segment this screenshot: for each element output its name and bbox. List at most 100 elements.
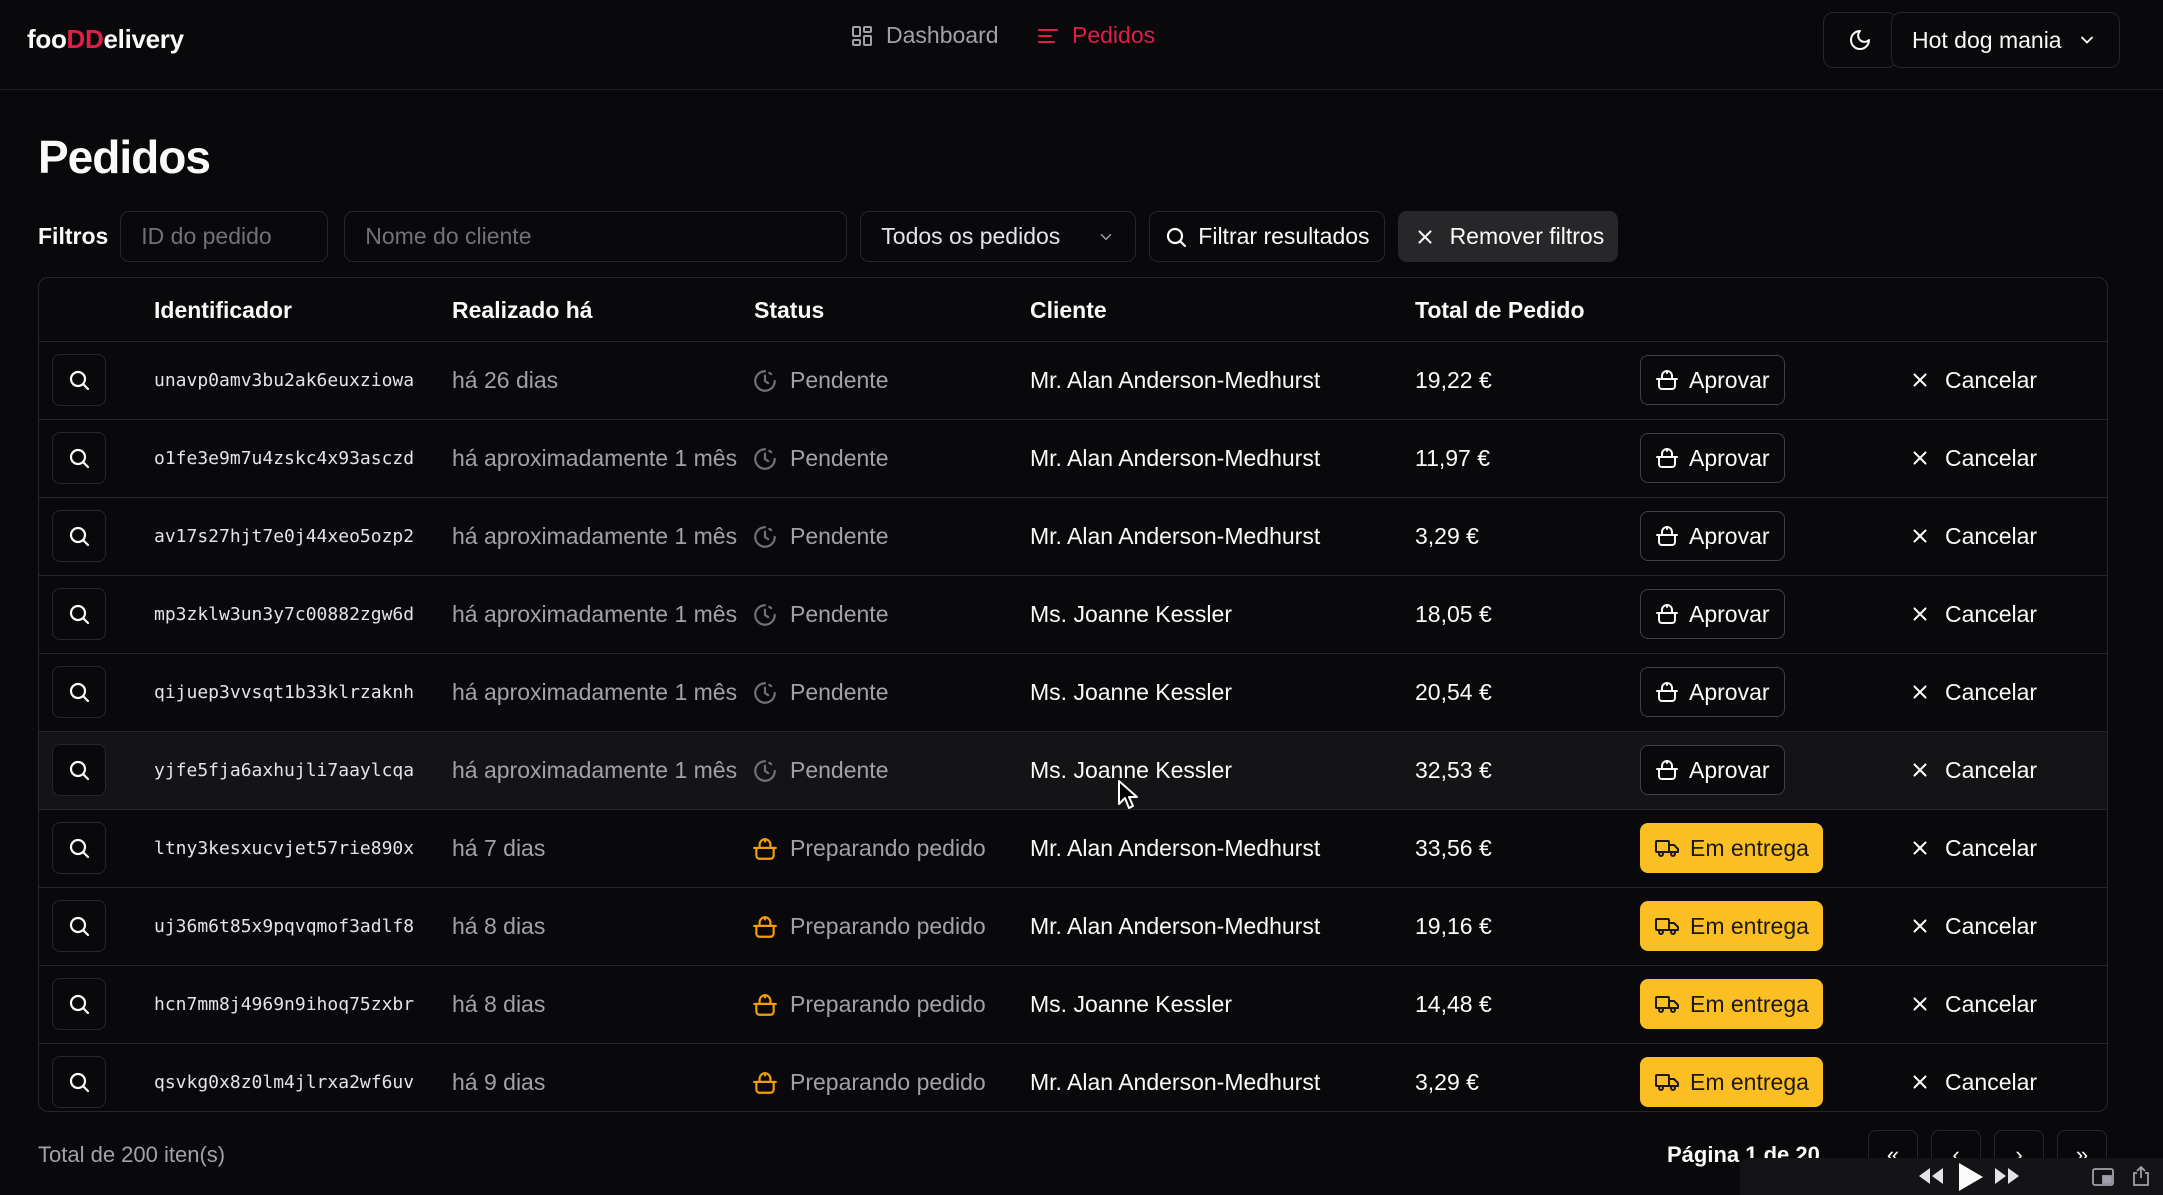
remove-filters-button[interactable]: Remover filtros — [1397, 211, 1619, 262]
cancel-order-button[interactable]: Cancelar — [1905, 589, 2041, 639]
cancel-order-button[interactable]: Cancelar — [1905, 667, 2041, 717]
approve-order-button[interactable]: Aprovar — [1640, 589, 1785, 639]
store-name: Hot dog mania — [1912, 26, 2062, 53]
filters-bar: Filtros Todos os pedidos Filtrar resulta… — [38, 211, 1619, 262]
top-navbar: fooDDelivery Dashboard Pedidos Hot dog m… — [0, 0, 2163, 90]
order-customer: Ms. Joanne Kessler — [1030, 679, 1232, 705]
order-status: Preparando pedido — [752, 1044, 986, 1111]
order-total: 14,48 € — [1415, 991, 1492, 1017]
fast-forward-icon[interactable] — [1994, 1167, 2020, 1185]
dispatch-order-button[interactable]: Em entrega — [1640, 1057, 1823, 1107]
order-status-label: Pendente — [790, 601, 889, 627]
approve-order-button[interactable]: Aprovar — [1640, 511, 1785, 561]
order-created: há 8 dias — [452, 913, 546, 939]
cooking-pot-icon — [753, 993, 777, 1016]
order-total: 18,05 € — [1415, 601, 1492, 627]
approve-order-button[interactable]: Aprovar — [1640, 433, 1785, 483]
theme-toggle-button[interactable] — [1823, 12, 1897, 68]
order-details-button[interactable] — [52, 1056, 106, 1108]
truck-icon — [1655, 918, 1679, 935]
order-total: 3,29 € — [1415, 523, 1479, 549]
cancel-order-label: Cancelar — [1945, 756, 2038, 783]
cancel-order-label: Cancelar — [1945, 834, 2038, 861]
order-total: 20,54 € — [1415, 679, 1492, 705]
pip-icon[interactable] — [2092, 1168, 2114, 1186]
order-id: o1fe3e9m7u4zskc4x93asczd — [154, 448, 415, 469]
clock-loader-icon — [754, 369, 776, 392]
dispatch-order-button[interactable]: Em entrega — [1640, 901, 1823, 951]
nav-pedidos-label: Pedidos — [1072, 22, 1156, 48]
dispatch-order-button[interactable]: Em entrega — [1640, 823, 1823, 873]
table-header: Identificador Realizado há Status Client… — [39, 278, 2107, 342]
cancel-order-button[interactable]: Cancelar — [1905, 823, 2041, 873]
customer-name-input[interactable] — [344, 211, 848, 262]
order-id-input[interactable] — [120, 211, 329, 262]
order-details-button[interactable] — [52, 978, 106, 1030]
list-icon — [1038, 28, 1058, 43]
order-status-label: Preparando pedido — [790, 1069, 986, 1095]
clock-loader-icon — [754, 447, 776, 470]
nav-pedidos-link[interactable]: Pedidos — [1036, 22, 1155, 49]
nav-dashboard-link[interactable]: Dashboard — [850, 22, 999, 49]
header-id: Identificador — [154, 297, 293, 323]
dispatch-order-button[interactable]: Em entrega — [1640, 979, 1823, 1029]
approve-order-button[interactable]: Aprovar — [1640, 667, 1785, 717]
filter-results-button[interactable]: Filtrar resultados — [1149, 211, 1385, 262]
status-select[interactable]: Todos os pedidos — [860, 211, 1137, 262]
cancel-order-label: Cancelar — [1945, 990, 2038, 1017]
search-icon — [1167, 227, 1187, 247]
order-created: há 9 dias — [452, 1069, 546, 1095]
close-icon — [1913, 1075, 1927, 1089]
cooking-pot-icon — [1656, 604, 1678, 624]
table-row: qsvkg0x8z0lm4jlrxa2wf6uv há 9 dias Prepara… — [39, 1044, 2107, 1111]
order-customer: Ms. Joanne Kessler — [1030, 601, 1232, 627]
search-icon — [69, 526, 90, 547]
order-details-button[interactable] — [52, 354, 106, 406]
order-status: Pendente — [752, 732, 888, 809]
nav-dashboard-label: Dashboard — [886, 22, 999, 48]
close-icon — [1418, 229, 1432, 244]
order-id: yjfe5fja6axhujli7aaylcqa — [154, 760, 415, 781]
status-select-value: Todos os pedidos — [881, 223, 1061, 249]
cancel-order-button[interactable]: Cancelar — [1905, 511, 2041, 561]
cooking-pot-icon — [753, 1071, 777, 1094]
cancel-order-button[interactable]: Cancelar — [1905, 433, 2041, 483]
approve-order-button[interactable]: Aprovar — [1640, 355, 1785, 405]
app-logo[interactable]: fooDDelivery — [27, 24, 184, 55]
order-id: av17s27hjt7e0j44xeo5ozp2 — [154, 526, 415, 547]
order-id: unavp0amv3bu2ak6euxziowa — [154, 370, 415, 391]
cancel-order-button[interactable]: Cancelar — [1905, 355, 2041, 405]
cancel-order-label: Cancelar — [1945, 366, 2038, 393]
order-details-button[interactable] — [52, 744, 106, 796]
order-status: Pendente — [752, 420, 888, 497]
search-icon — [69, 370, 90, 391]
cancel-order-button[interactable]: Cancelar — [1905, 1057, 2041, 1107]
order-details-button[interactable] — [52, 822, 106, 874]
cooking-pot-icon — [1656, 448, 1678, 468]
media-controls-overlay — [1740, 1158, 2163, 1195]
play-icon[interactable] — [1956, 1162, 1984, 1192]
order-details-button[interactable] — [52, 588, 106, 640]
cancel-order-button[interactable]: Cancelar — [1905, 901, 2041, 951]
cancel-order-label: Cancelar — [1945, 600, 2038, 627]
rewind-icon[interactable] — [1918, 1167, 1944, 1185]
order-action-label: Aprovar — [1689, 522, 1770, 549]
order-details-button[interactable] — [52, 666, 106, 718]
search-icon — [69, 604, 90, 625]
order-status: Preparando pedido — [752, 810, 986, 887]
cancel-order-button[interactable]: Cancelar — [1905, 745, 2041, 795]
share-icon[interactable] — [2132, 1166, 2150, 1186]
store-selector[interactable]: Hot dog mania — [1891, 12, 2120, 68]
page-title: Pedidos — [38, 131, 211, 183]
order-details-button[interactable] — [52, 900, 106, 952]
order-status: Pendente — [752, 576, 888, 653]
order-details-button[interactable] — [52, 510, 106, 562]
cooking-pot-icon — [1656, 370, 1678, 390]
filters-label: Filtros — [38, 223, 109, 249]
order-id: qijuep3vvsqt1b33klrzaknh — [154, 682, 415, 703]
close-icon — [1913, 997, 1927, 1011]
truck-icon — [1655, 840, 1679, 857]
cancel-order-button[interactable]: Cancelar — [1905, 979, 2041, 1029]
approve-order-button[interactable]: Aprovar — [1640, 745, 1785, 795]
order-details-button[interactable] — [52, 432, 106, 484]
